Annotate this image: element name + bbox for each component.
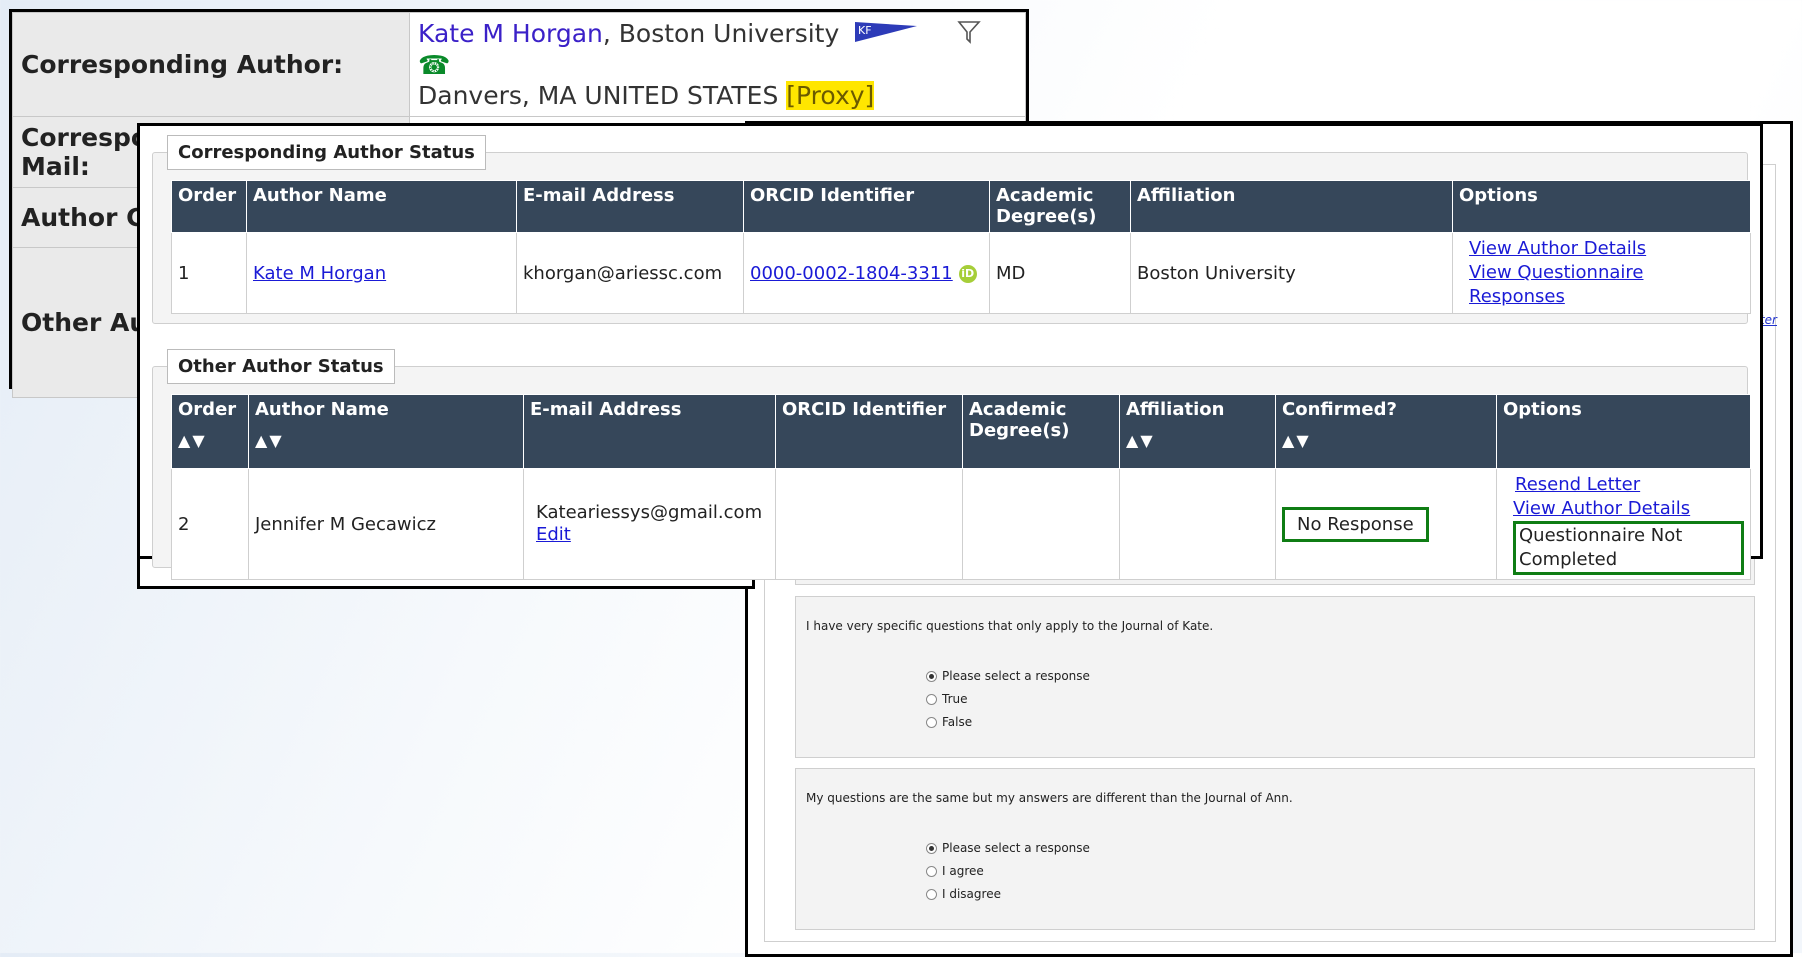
flag-text: KF — [858, 24, 872, 37]
flag-icon[interactable]: KF — [853, 20, 919, 50]
radio-selected-icon[interactable] — [926, 842, 937, 854]
sort-ascending-icon[interactable]: ▲ — [255, 431, 269, 450]
option-label: True — [942, 692, 968, 706]
author-status-panel: Corresponding Author Status Order Author… — [137, 123, 1763, 580]
radio-selected-icon[interactable] — [926, 670, 937, 682]
email-text: Kateariessys@gmail.com — [536, 502, 763, 523]
author-name-cell: Jennifer M Gecawicz — [248, 468, 524, 580]
telephone-icon[interactable]: ☎ — [418, 51, 450, 81]
sort-ascending-icon[interactable]: ▲ — [1282, 431, 1296, 450]
col-order: Order ▲▼ — [171, 394, 249, 469]
view-author-details-link[interactable]: View Author Details — [1513, 498, 1690, 519]
question-box-ann: My questions are the same but my answers… — [795, 768, 1755, 930]
corresponding-author-status-section: Corresponding Author Status Order Author… — [152, 135, 1751, 324]
sort-descending-icon[interactable]: ▼ — [1140, 431, 1154, 450]
table-row: 1 Kate M Horgan khorgan@ariessc.com 0000… — [171, 232, 1751, 314]
order-cell: 1 — [171, 232, 247, 314]
email-cell: khorgan@ariessc.com — [516, 232, 744, 314]
col-affiliation-label: Affiliation — [1126, 399, 1225, 420]
corresponding-author-institution: , Boston University — [602, 19, 840, 48]
sort-icons: ▲▼ — [1126, 430, 1269, 451]
corresponding-author-link[interactable]: Kate M Horgan — [418, 19, 603, 48]
degree-cell: MD — [989, 232, 1131, 314]
orcid-cell: 0000-0002-1804-3311 iD — [743, 232, 990, 314]
col-options: Options — [1452, 180, 1751, 233]
corresponding-author-label: Corresponding Author: — [12, 12, 410, 117]
col-orcid: ORCID Identifier — [775, 394, 963, 469]
col-degree: Academic Degree(s) — [962, 394, 1120, 469]
option-label: I disagree — [942, 887, 1001, 901]
email-cell: Kateariessys@gmail.com Edit — [523, 468, 776, 580]
option-label: Please select a response — [942, 669, 1090, 683]
option-please-select[interactable]: Please select a response — [926, 669, 1090, 683]
other-author-status-section: Other Author Status Order ▲▼ Author Name… — [152, 349, 1751, 580]
orcid-cell — [775, 468, 963, 580]
corresponding-author-value: Kate M Horgan, Boston University KF ☎ Da… — [409, 12, 1026, 117]
option-label: Please select a response — [942, 841, 1090, 855]
radio-icon[interactable] — [926, 716, 937, 728]
option-label: False — [942, 715, 973, 729]
sort-icons: ▲▼ — [178, 430, 242, 451]
col-email: E-mail Address — [516, 180, 744, 233]
sort-descending-icon[interactable]: ▼ — [269, 431, 283, 450]
col-author-name: Author Name ▲▼ — [248, 394, 524, 469]
option-true[interactable]: True — [926, 692, 968, 706]
radio-icon[interactable] — [926, 888, 937, 900]
confirmed-cell: No Response — [1275, 468, 1497, 580]
option-i-agree[interactable]: I agree — [926, 864, 984, 878]
edit-email-link[interactable]: Edit — [536, 524, 571, 545]
proxy-badge[interactable]: [Proxy] — [786, 81, 875, 110]
col-affiliation: Affiliation — [1130, 180, 1453, 233]
sort-ascending-icon[interactable]: ▲ — [1126, 431, 1140, 450]
sort-icons: ▲▼ — [255, 430, 517, 451]
question-text: I have very specific questions that only… — [806, 619, 1214, 633]
author-name-link[interactable]: Kate M Horgan — [253, 263, 386, 284]
col-orcid: ORCID Identifier — [743, 180, 990, 233]
orcid-link[interactable]: 0000-0002-1804-3311 — [750, 263, 953, 284]
author-name-cell: Kate M Horgan — [246, 232, 517, 314]
other-author-table: Order ▲▼ Author Name ▲▼ E-mail Address O… — [171, 394, 1751, 580]
options-cell: Resend Letter View Author Details Questi… — [1496, 468, 1751, 580]
view-questionnaire-responses-link[interactable]: View Questionnaire Responses — [1469, 262, 1643, 307]
status-badge: No Response — [1282, 506, 1429, 542]
sort-descending-icon[interactable]: ▼ — [192, 431, 206, 450]
col-options: Options — [1496, 394, 1751, 469]
col-author-name: Author Name — [246, 180, 517, 233]
radio-icon[interactable] — [926, 693, 937, 705]
col-order: Order — [171, 180, 247, 233]
col-confirmed-label: Confirmed? — [1282, 399, 1397, 420]
sort-icons: ▲▼ — [1282, 430, 1490, 451]
view-author-details-link[interactable]: View Author Details — [1469, 238, 1646, 259]
option-i-disagree[interactable]: I disagree — [926, 887, 1001, 901]
table-row: 2 Jennifer M Gecawicz Kateariessys@gmail… — [171, 468, 1751, 580]
author-location: Danvers, MA UNITED STATES — [418, 81, 787, 110]
questionnaire-status-badge: Questionnaire Not Completed — [1513, 521, 1744, 575]
question-box-kate: I have very specific questions that only… — [795, 596, 1755, 758]
question-text: My questions are the same but my answers… — [806, 791, 1293, 805]
other-author-status-legend: Other Author Status — [167, 349, 395, 384]
option-please-select[interactable]: Please select a response — [926, 841, 1090, 855]
affiliation-cell: Boston University — [1130, 232, 1453, 314]
sort-ascending-icon[interactable]: ▲ — [178, 431, 192, 450]
filter-icon[interactable] — [957, 19, 981, 51]
col-degree: Academic Degree(s) — [989, 180, 1131, 233]
option-label: I agree — [942, 864, 984, 878]
radio-icon[interactable] — [926, 865, 937, 877]
options-cell: View Author Details View Questionnaire R… — [1452, 232, 1751, 314]
corresponding-author-table: Order Author Name E-mail Address ORCID I… — [171, 180, 1751, 314]
col-author-name-label: Author Name — [255, 399, 389, 420]
col-order-label: Order — [178, 399, 237, 420]
corresponding-author-status-legend: Corresponding Author Status — [167, 135, 486, 170]
affiliation-cell — [1119, 468, 1276, 580]
degree-cell — [962, 468, 1120, 580]
col-email: E-mail Address — [523, 394, 776, 469]
orcid-icon: iD — [958, 264, 977, 283]
resend-letter-link[interactable]: Resend Letter — [1515, 474, 1640, 495]
option-false[interactable]: False — [926, 715, 972, 729]
sort-descending-icon[interactable]: ▼ — [1296, 431, 1310, 450]
col-affiliation: Affiliation ▲▼ — [1119, 394, 1276, 469]
col-confirmed: Confirmed? ▲▼ — [1275, 394, 1497, 469]
order-cell: 2 — [171, 468, 249, 580]
